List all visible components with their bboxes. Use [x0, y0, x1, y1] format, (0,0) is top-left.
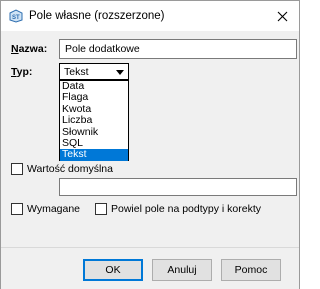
- close-icon: [277, 11, 287, 21]
- chevron-down-icon: [116, 70, 124, 75]
- type-option-liczba[interactable]: Liczba: [60, 114, 128, 126]
- app-icon: ST: [9, 9, 23, 23]
- name-input[interactable]: Pole dodatkowe: [59, 39, 297, 59]
- svg-text:ST: ST: [12, 15, 20, 21]
- type-option-tekst[interactable]: Tekst: [60, 148, 128, 161]
- type-dropdown-list[interactable]: Data Flaga Kwota Liczba Słownik SQL Teks…: [59, 80, 129, 161]
- close-button[interactable]: [271, 6, 293, 26]
- repeat-checkbox[interactable]: [95, 203, 107, 215]
- required-label: Wymagane: [27, 203, 81, 215]
- default-value-label: Wartość domyślna: [27, 163, 113, 175]
- title-bar: ST Pole własne (rozszerzone): [1, 1, 299, 31]
- type-label-rest: yp:: [16, 66, 33, 78]
- default-value-checkbox[interactable]: [11, 163, 23, 175]
- type-label: Typ:: [11, 66, 33, 78]
- name-label-rest: azwa:: [18, 43, 48, 55]
- required-checkbox[interactable]: [11, 203, 23, 215]
- type-select[interactable]: Tekst: [59, 63, 129, 80]
- name-label: Nazwa:: [11, 43, 48, 55]
- repeat-label: Powiel pole na podtypy i korekty: [111, 203, 261, 215]
- dialog-window: ST Pole własne (rozszerzone) Nazwa: Pole…: [0, 0, 300, 289]
- help-button[interactable]: Pomoc: [221, 259, 281, 281]
- type-selected-value: Tekst: [64, 66, 89, 78]
- default-value-input[interactable]: [59, 178, 297, 196]
- window-title: Pole własne (rozszerzone): [29, 10, 165, 22]
- ok-button[interactable]: OK: [83, 259, 143, 281]
- cancel-button[interactable]: Anuluj: [152, 259, 212, 281]
